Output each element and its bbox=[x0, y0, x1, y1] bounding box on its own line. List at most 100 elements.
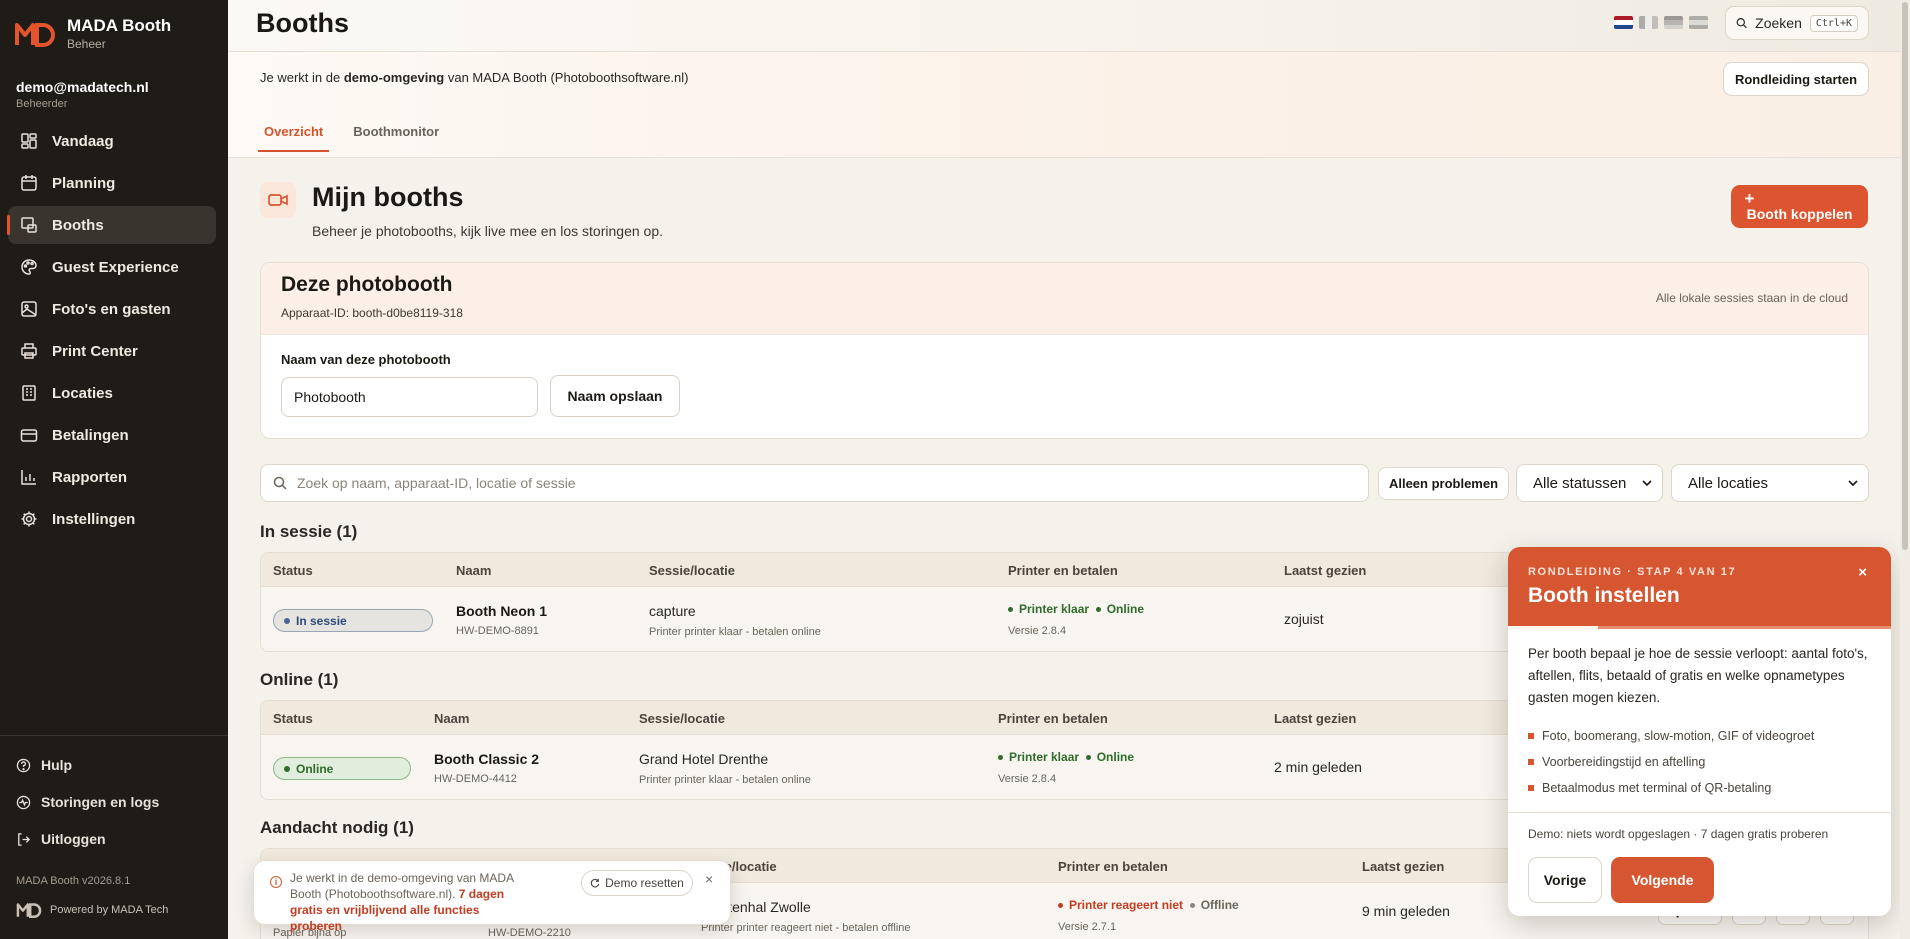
booth-search-input[interactable] bbox=[297, 475, 1356, 491]
mada-logo-small-icon bbox=[16, 903, 42, 918]
sidebar-item-label: Foto's en gasten bbox=[52, 300, 171, 318]
tab-overzicht[interactable]: Overzicht bbox=[258, 124, 330, 152]
tour-title: Booth instellen bbox=[1528, 584, 1680, 607]
status-label: In sessie bbox=[296, 613, 347, 628]
session-cell: capture Printer printer klaar - betalen … bbox=[649, 603, 821, 638]
col-session: Sessie/locatie bbox=[649, 563, 735, 578]
toast-message: Je werkt in de demo-omgeving van MADA Bo… bbox=[290, 870, 530, 934]
tour-divider bbox=[1508, 812, 1891, 813]
brand[interactable]: MADA Booth Beheer bbox=[15, 16, 171, 51]
logout-link[interactable]: Uitloggen bbox=[16, 828, 216, 850]
de-flag-icon[interactable] bbox=[1664, 16, 1683, 29]
only-problems-button[interactable]: Alleen problemen bbox=[1378, 467, 1509, 500]
printer-status: Printer klaar bbox=[1019, 602, 1090, 616]
sidebar: MADA Booth Beheer demo@madatech.nl Behee… bbox=[0, 0, 228, 939]
printer-cell: Printer klaar Online Versie 2.8.4 bbox=[998, 750, 1134, 785]
col-printer: Printer en betalen bbox=[1058, 859, 1168, 874]
demo-note-bold: demo-omgeving bbox=[343, 70, 445, 85]
tour-prev-button[interactable]: Vorige bbox=[1528, 857, 1602, 903]
demo-reset-label: Demo resetten bbox=[605, 876, 684, 890]
sidebar-item-label: Guest Experience bbox=[52, 258, 179, 276]
building-icon bbox=[22, 385, 36, 401]
logout-icon bbox=[18, 832, 31, 846]
booth-icon bbox=[21, 217, 37, 233]
printer-status: Printer klaar bbox=[1009, 750, 1080, 764]
booth-hw-id: HW-DEMO-8891 bbox=[456, 625, 539, 637]
sidebar-item-label: Booths bbox=[52, 216, 104, 234]
sidebar-item-rapporten[interactable]: Rapporten bbox=[8, 458, 216, 496]
col-session: Sessie/locatie bbox=[639, 711, 725, 726]
close-icon[interactable]: × bbox=[1858, 564, 1867, 581]
demo-reset-button[interactable]: Demo resetten bbox=[581, 870, 693, 896]
fr-flag-icon[interactable] bbox=[1639, 16, 1658, 29]
credit-card-icon bbox=[20, 429, 38, 442]
printer-statuses: Printer klaar Online bbox=[1008, 602, 1144, 616]
sidebar-item-label: Rapporten bbox=[52, 468, 127, 486]
booth-search-field[interactable] bbox=[260, 464, 1369, 502]
booth-name: Booth Classic 2 bbox=[434, 751, 540, 767]
session-cell: Grand Hotel Drenthe Printer printer klaa… bbox=[639, 751, 811, 786]
sidebar-item-locaties[interactable]: Locaties bbox=[8, 374, 216, 412]
calendar-icon bbox=[21, 175, 37, 191]
payment-status: Offline bbox=[1200, 898, 1239, 912]
status-dot bbox=[1008, 606, 1013, 612]
printer-status-warning: Printer reageert niet bbox=[1058, 898, 1183, 912]
scrollbar-thumb[interactable] bbox=[1902, 2, 1908, 550]
section-subtitle: Beheer je photobooths, kijk live mee en … bbox=[312, 223, 663, 239]
session-sub: Printer printer reageert niet - betalen … bbox=[701, 922, 911, 934]
powered-by-label: Powered by MADA Tech bbox=[50, 904, 169, 916]
link-booth-button[interactable]: + Booth koppelen bbox=[1731, 185, 1868, 228]
help-link[interactable]: Hulp bbox=[16, 754, 216, 776]
logout-label: Uitloggen bbox=[41, 831, 106, 847]
session-name: Grand Hotel Drenthe bbox=[639, 751, 769, 767]
start-tour-button[interactable]: Rondleiding starten bbox=[1723, 62, 1869, 96]
device-id: Apparaat-ID: booth-d0be8119-318 bbox=[281, 306, 463, 320]
tab-boothmonitor[interactable]: Boothmonitor bbox=[347, 124, 445, 152]
tour-demo-note: Demo: niets wordt opgeslagen · 7 dagen g… bbox=[1528, 827, 1829, 841]
booth-name-cell: Booth Classic 2 HW-DEMO-4412 bbox=[434, 751, 539, 785]
close-icon[interactable]: × bbox=[705, 871, 713, 887]
nl-flag-icon[interactable] bbox=[1614, 16, 1633, 29]
session-sub: Printer printer klaar - betalen online bbox=[639, 774, 811, 786]
printer-cell: Printer reageert niet Offline Versie 2.7… bbox=[1058, 898, 1239, 933]
this-device-card: Deze photobooth Apparaat-ID: booth-d0be8… bbox=[260, 262, 1869, 439]
session-sub: Printer printer klaar - betalen online bbox=[649, 626, 821, 638]
tour-progress-fill bbox=[1508, 626, 1598, 629]
col-name: Naam bbox=[456, 563, 492, 578]
sidebar-item-label: Vandaag bbox=[52, 132, 114, 150]
tour-next-button[interactable]: Volgende bbox=[1611, 857, 1714, 903]
sidebar-item-betalingen[interactable]: Betalingen bbox=[8, 416, 216, 454]
logs-link[interactable]: Storingen en logs bbox=[16, 791, 216, 813]
status-dot bbox=[1095, 606, 1101, 612]
device-name-input[interactable] bbox=[281, 377, 538, 417]
save-name-button[interactable]: Naam opslaan bbox=[550, 375, 680, 417]
plus-icon: + bbox=[1744, 188, 1755, 208]
demo-environment-note: Je werkt in de demo-omgeving van MADA Bo… bbox=[260, 70, 688, 85]
sidebar-item-vandaag[interactable]: Vandaag bbox=[8, 122, 216, 160]
scrollbar[interactable] bbox=[1900, 0, 1910, 939]
refresh-icon bbox=[590, 878, 600, 888]
col-last-seen: Laatst gezien bbox=[1274, 711, 1357, 726]
sidebar-item-guest-experience[interactable]: Guest Experience bbox=[8, 248, 216, 286]
section-title: Mijn booths bbox=[312, 182, 464, 212]
sidebar-item-instellingen[interactable]: Instellingen bbox=[8, 500, 216, 538]
session-name: capture bbox=[649, 603, 696, 619]
info-icon: i bbox=[270, 876, 282, 888]
printer-icon bbox=[21, 343, 37, 359]
status-filter-select[interactable]: Alle statussen bbox=[1516, 464, 1663, 502]
sidebar-item-print-center[interactable]: Print Center bbox=[8, 332, 216, 370]
main-nav: Vandaag Planning Booths Guest Experience… bbox=[7, 122, 216, 542]
demo-toast: i Je werkt in de demo-omgeving van MADA … bbox=[253, 860, 731, 933]
payment-status: Online bbox=[1106, 602, 1145, 616]
sidebar-item-booths[interactable]: Booths bbox=[7, 206, 216, 244]
global-search-button[interactable]: Zoeken Ctrl+K bbox=[1725, 6, 1869, 40]
location-filter-select[interactable]: Alle locaties bbox=[1671, 464, 1869, 502]
software-version: Versie 2.8.4 bbox=[998, 773, 1057, 785]
status-dot bbox=[998, 754, 1003, 760]
gb-flag-icon[interactable] bbox=[1689, 16, 1708, 29]
software-version: Versie 2.7.1 bbox=[1058, 921, 1117, 933]
sidebar-item-planning[interactable]: Planning bbox=[8, 164, 216, 202]
group-title-online: Online (1) bbox=[260, 670, 339, 689]
sidebar-item-fotos-en-gasten[interactable]: Foto's en gasten bbox=[8, 290, 216, 328]
sidebar-item-label: Planning bbox=[52, 174, 116, 192]
